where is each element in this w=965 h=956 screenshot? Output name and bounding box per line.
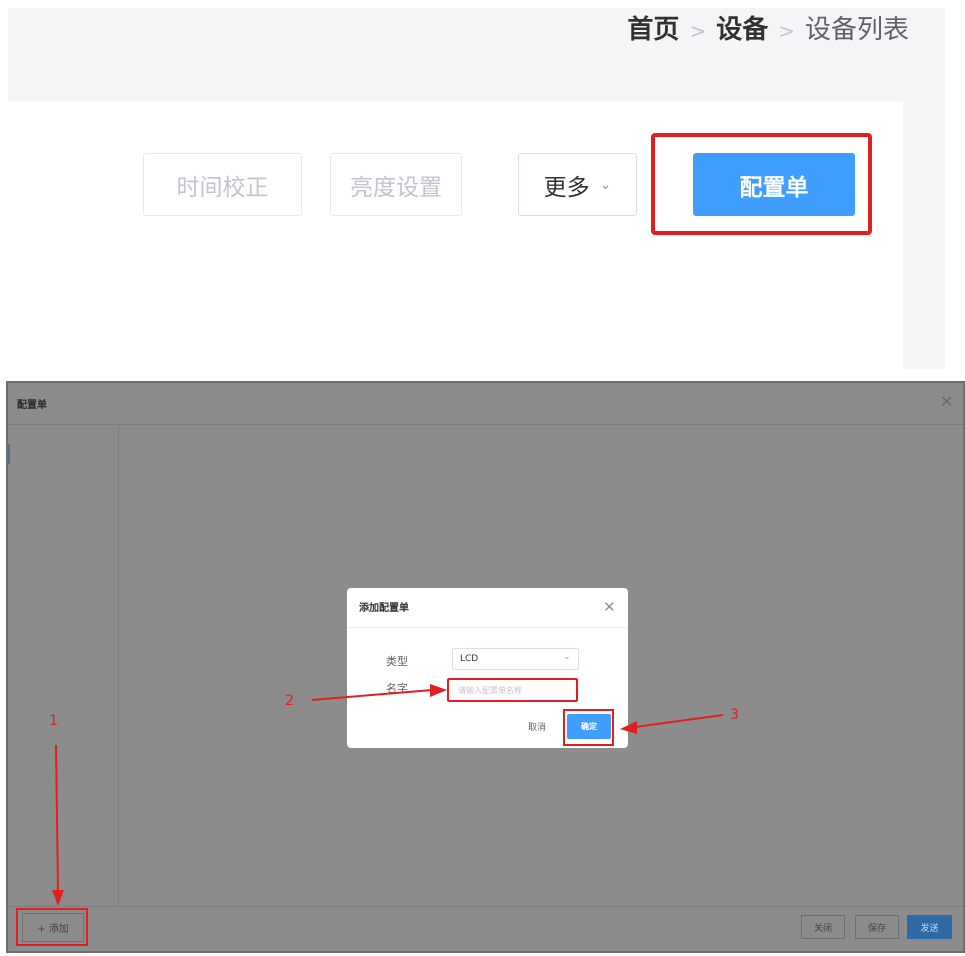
arrow-2 <box>311 689 433 701</box>
annotation-arrows <box>52 684 724 906</box>
arrow-3-head <box>620 721 637 734</box>
arrow-1-head <box>52 890 64 906</box>
arrow-2-head <box>430 684 447 697</box>
arrow-3 <box>634 714 724 728</box>
arrow-1 <box>55 744 59 891</box>
